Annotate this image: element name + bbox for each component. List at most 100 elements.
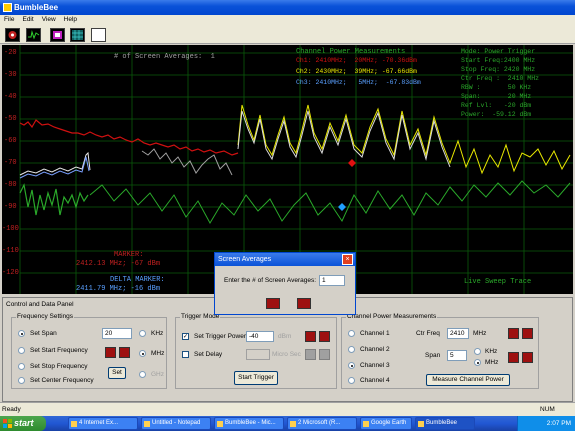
taskbar-item[interactable]: 2 Microsoft (R... bbox=[287, 417, 357, 430]
scope-icon[interactable] bbox=[50, 28, 65, 42]
waveform-icon[interactable] bbox=[26, 28, 41, 42]
averages-down-button[interactable] bbox=[266, 298, 280, 309]
y-axis-label: -60 bbox=[4, 137, 17, 145]
taskbar-item-active[interactable]: BumbleBee bbox=[415, 417, 475, 430]
taskbar-item-label: 4 Internet Ex... bbox=[79, 420, 119, 426]
measure-channel-power-button[interactable]: Measure Channel Power bbox=[426, 374, 510, 386]
averages-up-button[interactable] bbox=[297, 298, 311, 309]
y-axis-label: -70 bbox=[4, 159, 17, 167]
y-axis-label: -50 bbox=[4, 115, 17, 123]
channel-4-label: Channel 4 bbox=[360, 377, 390, 384]
unit-mhz-radio[interactable] bbox=[139, 350, 146, 357]
channel-power-group: Channel Power Measurements Channel 1 Cha… bbox=[341, 313, 539, 389]
app-icon bbox=[3, 3, 12, 12]
trigger-power-label: Set Trigger Power bbox=[194, 333, 247, 340]
span-mhz-radio[interactable] bbox=[474, 359, 481, 366]
taskbar-item-label: BumbleBee - Mic... bbox=[225, 420, 276, 426]
info-ref-level: Ref Lvl: -20 dBm bbox=[461, 102, 532, 109]
toolbar bbox=[0, 25, 575, 44]
set-frequency-button[interactable]: Set bbox=[108, 367, 126, 379]
channel-4-radio[interactable] bbox=[348, 377, 355, 384]
y-axis-label: -20 bbox=[4, 49, 17, 57]
menu-help[interactable]: Help bbox=[60, 15, 81, 25]
trigger-power-checkbox[interactable]: ✓ bbox=[182, 333, 189, 340]
windows-logo-icon bbox=[3, 419, 12, 428]
channel-1-radio[interactable] bbox=[348, 330, 355, 337]
start-button[interactable]: start bbox=[0, 416, 46, 431]
frequency-down-button[interactable] bbox=[105, 347, 116, 358]
start-label: start bbox=[14, 418, 34, 428]
channel-1-readout: Ch1: 2410MHz; 20MHz; -70.36dBm bbox=[296, 57, 417, 64]
set-center-frequency-radio[interactable] bbox=[18, 377, 25, 384]
status-text: Ready bbox=[2, 406, 21, 413]
info-mode: Mode: Power Trigger bbox=[461, 48, 536, 55]
screen-averages-input[interactable]: 1 bbox=[319, 275, 345, 286]
close-icon[interactable]: × bbox=[342, 254, 353, 265]
blank-screen-icon[interactable] bbox=[91, 28, 106, 42]
window-title: BumbleBee bbox=[14, 3, 59, 12]
delay-down-button[interactable] bbox=[305, 349, 316, 360]
set-stop-frequency-radio[interactable] bbox=[18, 363, 25, 370]
delay-label: Set Delay bbox=[194, 351, 223, 358]
ctr-freq-up-button[interactable] bbox=[522, 328, 533, 339]
set-span-label: Set Span bbox=[30, 330, 57, 337]
span-khz-radio[interactable] bbox=[474, 348, 481, 355]
taskbar-item[interactable]: Google Earth bbox=[360, 417, 412, 430]
set-stop-frequency-label: Set Stop Frequency bbox=[30, 363, 88, 370]
menu-edit[interactable]: Edit bbox=[18, 15, 37, 25]
unit-mhz-label: MHz bbox=[151, 350, 165, 357]
unit-khz-radio[interactable] bbox=[139, 330, 146, 337]
delta-marker-title: DELTA MARKER: bbox=[110, 276, 165, 284]
taskbar-item[interactable]: BumbleBee - Mic... bbox=[214, 417, 284, 430]
trigger-power-up-button[interactable] bbox=[319, 331, 330, 342]
unit-ghz-radio[interactable] bbox=[139, 371, 146, 378]
span-down-button[interactable] bbox=[508, 352, 519, 363]
frequency-settings-group: Frequency Settings Set Span Set Start Fr… bbox=[11, 313, 167, 389]
y-axis-label: -110 bbox=[2, 247, 19, 255]
screen-averages-readout: # of Screen Averages: 1 bbox=[114, 53, 215, 61]
dialog-title: Screen Averages bbox=[215, 253, 355, 266]
delay-checkbox[interactable] bbox=[182, 351, 189, 358]
y-axis-label: -40 bbox=[4, 93, 17, 101]
dial-icon[interactable] bbox=[5, 28, 20, 42]
ctr-freq-down-button[interactable] bbox=[508, 328, 519, 339]
frequency-settings-title: Frequency Settings bbox=[16, 313, 75, 320]
delay-unit: Micro Sec bbox=[272, 351, 301, 358]
menu-file[interactable]: File bbox=[0, 15, 18, 25]
channel-3-readout: Ch3: 2410MHz; 5MHz; -67.83dBm bbox=[296, 79, 421, 86]
trigger-power-down-button[interactable] bbox=[305, 331, 316, 342]
title-bar: BumbleBee bbox=[0, 0, 575, 15]
start-trigger-button[interactable]: Start Trigger bbox=[234, 371, 278, 385]
ctr-freq-label: Ctr Freq bbox=[416, 330, 440, 337]
channel-3-radio[interactable] bbox=[348, 362, 355, 369]
set-span-radio[interactable] bbox=[18, 330, 25, 337]
set-start-frequency-radio[interactable] bbox=[18, 347, 25, 354]
ctr-freq-input[interactable]: 2410 bbox=[447, 328, 469, 339]
delta-marker-value: 2411.79 MHz; -16 dBm bbox=[76, 285, 161, 293]
y-axis-label: -80 bbox=[4, 181, 17, 189]
delay-input[interactable] bbox=[246, 349, 270, 360]
taskbar-item[interactable]: 4 Internet Ex... bbox=[68, 417, 138, 430]
dialog-prompt: Enter the # of Screen Averages: bbox=[224, 277, 317, 284]
cpm-span-label: Span bbox=[425, 352, 441, 359]
y-axis-label: -100 bbox=[2, 225, 19, 233]
status-bar: Ready NUM bbox=[0, 402, 575, 416]
menu-view[interactable]: View bbox=[38, 15, 60, 25]
unit-khz-label: KHz bbox=[151, 330, 164, 337]
ctr-freq-unit: MHz bbox=[473, 330, 487, 337]
frequency-value-input[interactable]: 20 bbox=[102, 328, 132, 339]
trigger-power-input[interactable]: -40 bbox=[246, 331, 274, 342]
taskbar-item[interactable]: Untitled - Notepad bbox=[141, 417, 211, 430]
span-up-button[interactable] bbox=[522, 352, 533, 363]
cpm-span-input[interactable]: 5 bbox=[447, 350, 467, 361]
globe-icon bbox=[363, 421, 369, 427]
live-sweep-label: Live Sweep Trace bbox=[464, 278, 532, 286]
delay-up-button[interactable] bbox=[319, 349, 330, 360]
grid-icon[interactable] bbox=[70, 28, 85, 42]
span-mhz-label: MHz bbox=[485, 359, 499, 366]
trigger-mode-group: Trigger Mode ✓ Set Trigger Power -40 dBm… bbox=[175, 313, 337, 389]
channel-power-title: Channel Power Measurements bbox=[296, 48, 406, 56]
frequency-up-button[interactable] bbox=[119, 347, 130, 358]
panel-title: Control and Data Panel bbox=[6, 301, 74, 308]
channel-2-radio[interactable] bbox=[348, 346, 355, 353]
